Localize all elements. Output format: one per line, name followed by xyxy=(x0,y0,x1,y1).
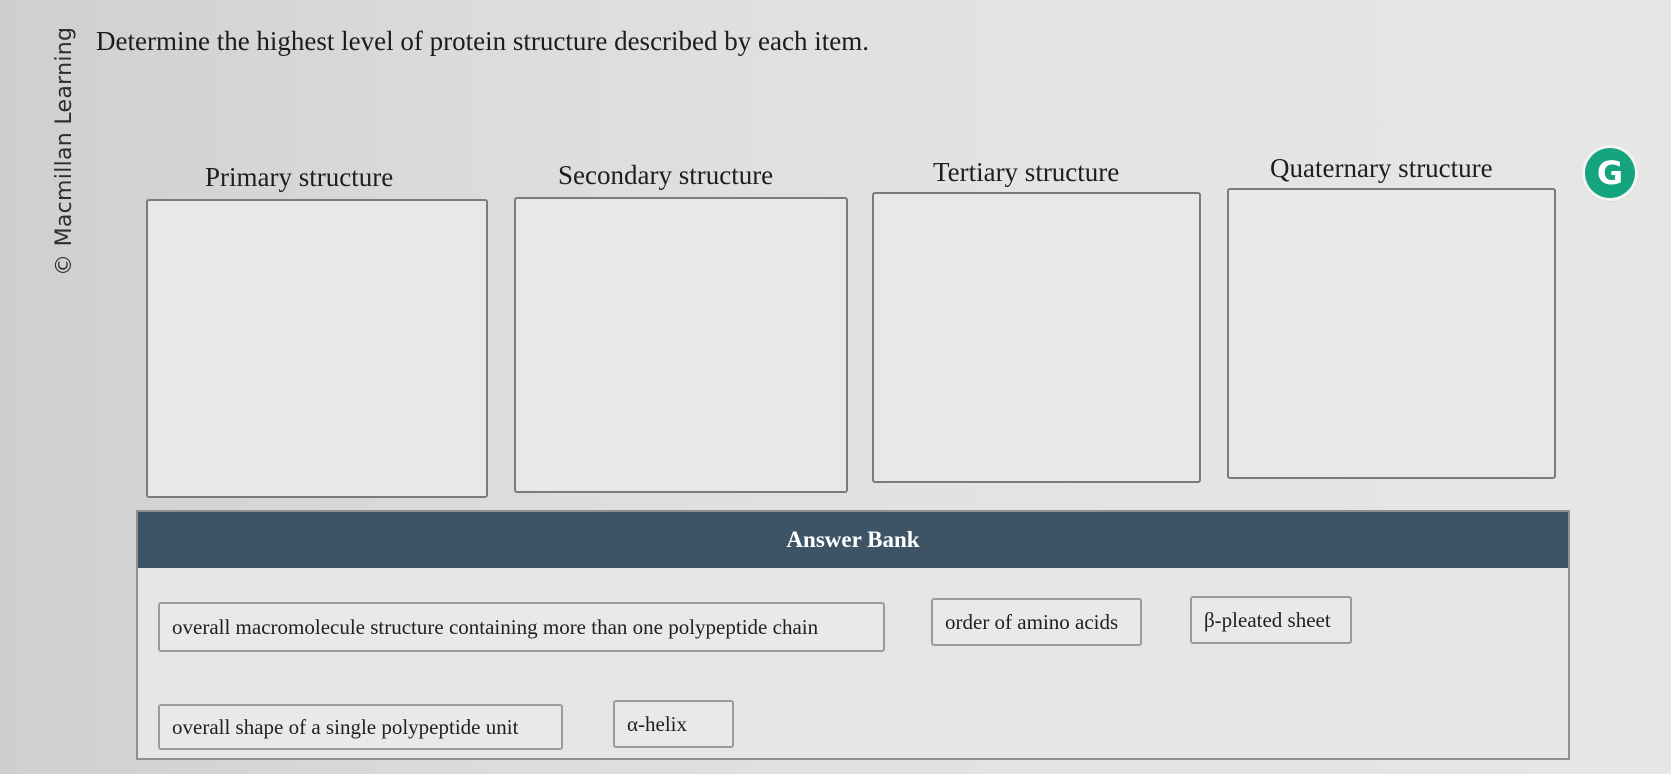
drop-zone-primary[interactable] xyxy=(146,199,488,498)
drop-zone-tertiary[interactable] xyxy=(872,192,1201,483)
label-tertiary-structure: Tertiary structure xyxy=(933,157,1120,187)
answer-chip-overall-shape[interactable]: overall shape of a single polypeptide un… xyxy=(158,704,563,750)
answer-chip-order-of-amino-acids[interactable]: order of amino acids xyxy=(931,598,1142,646)
drop-zone-secondary[interactable] xyxy=(514,197,848,493)
label-quaternary-structure: Quaternary structure xyxy=(1270,153,1493,183)
answer-bank: Answer Bank overall macromolecule struct… xyxy=(136,510,1570,760)
answer-chip-alpha-helix[interactable]: α-helix xyxy=(613,700,734,748)
answer-chip-beta-pleated-sheet[interactable]: β-pleated sheet xyxy=(1190,596,1352,644)
copyright-credit: © Macmillan Learning xyxy=(52,26,77,276)
drop-zone-quaternary[interactable] xyxy=(1227,188,1556,479)
label-primary-structure: Primary structure xyxy=(205,162,394,192)
answer-chip-overall-macromolecule[interactable]: overall macromolecule structure containi… xyxy=(158,602,885,652)
label-secondary-structure: Secondary structure xyxy=(558,160,774,190)
answer-bank-title: Answer Bank xyxy=(138,512,1568,568)
question-prompt: Determine the highest level of protein s… xyxy=(96,26,869,56)
grammarly-g-icon[interactable]: G xyxy=(1585,148,1635,198)
